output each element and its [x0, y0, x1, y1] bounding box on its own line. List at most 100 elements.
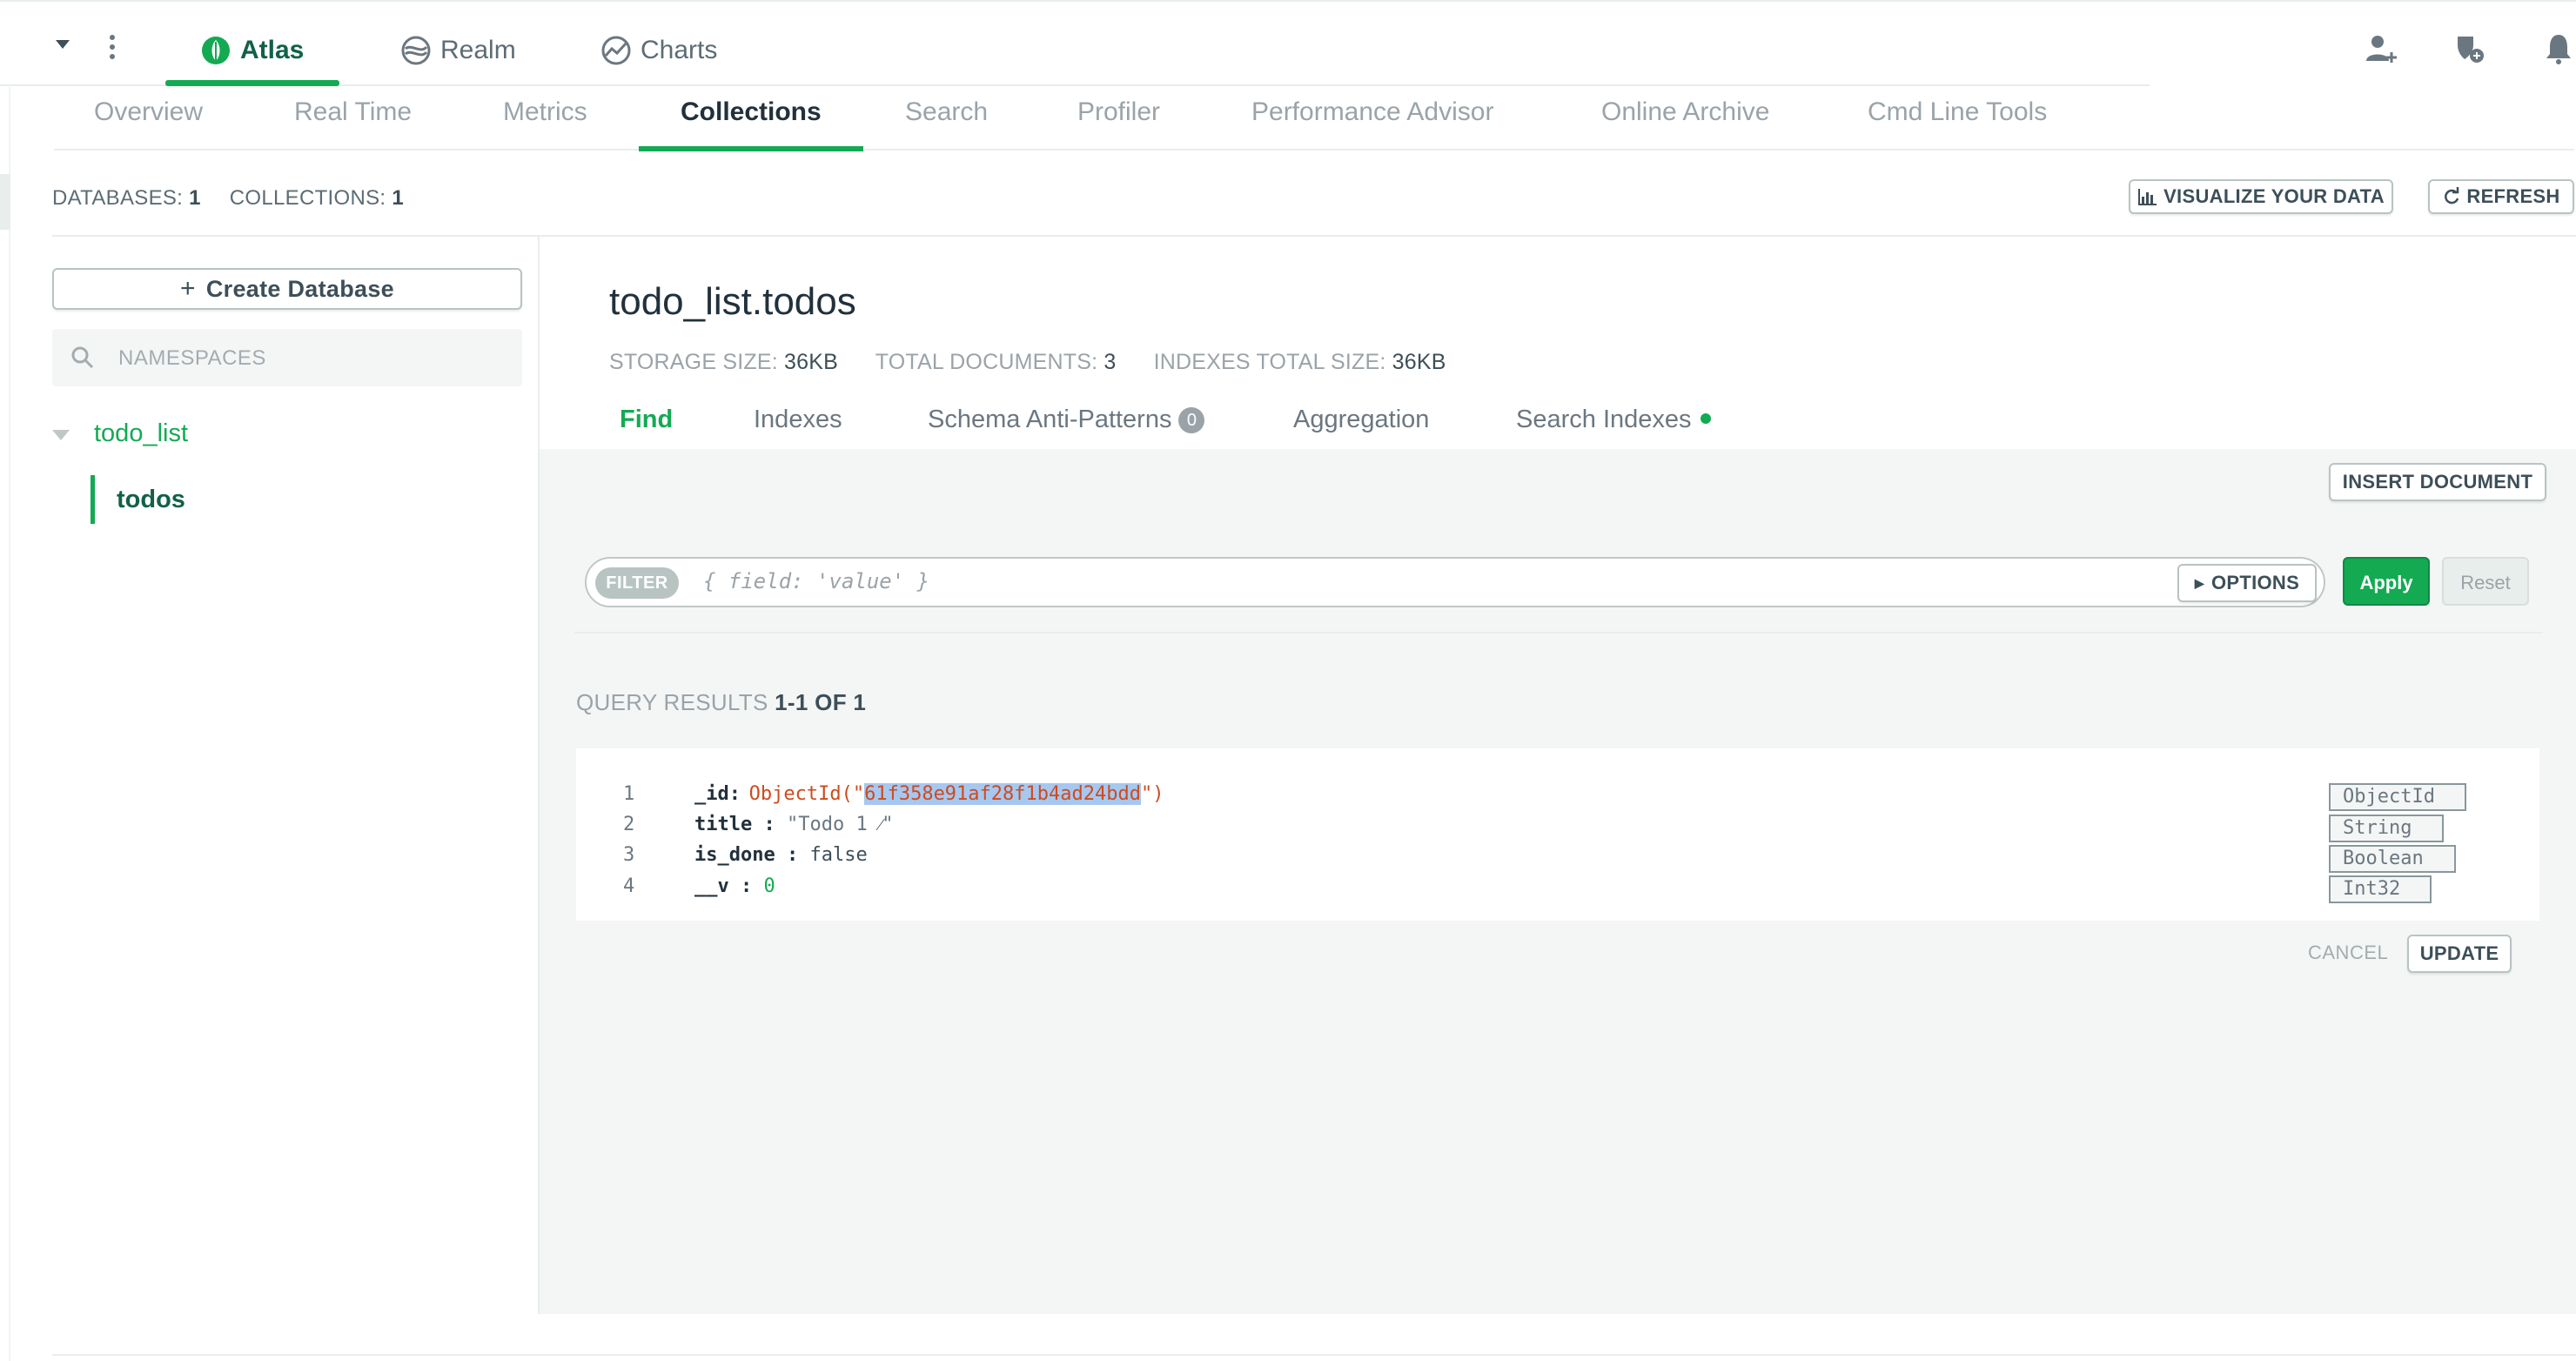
- top-bar: [0, 0, 2576, 89]
- subnav-active-indicator: [639, 146, 863, 151]
- sidebar-collection-todos[interactable]: todos: [117, 486, 185, 514]
- product-tab-charts[interactable]: Charts: [600, 24, 717, 77]
- total-documents-label: TOTAL DOCUMENTS:: [875, 350, 1098, 374]
- org-dropdown-chevron-icon[interactable]: [56, 40, 70, 49]
- field-key: title: [694, 814, 753, 835]
- document-line-id[interactable]: _id: ObjectId("61f358e91af28f1b4ad24bdd"…: [694, 783, 1164, 805]
- indexes-size-label: INDEXES TOTAL SIZE:: [1153, 350, 1386, 374]
- bar-chart-icon: [2138, 189, 2157, 205]
- line-number: 1: [623, 783, 635, 805]
- storage-size-label: STORAGE SIZE:: [609, 350, 778, 374]
- line-number: 2: [623, 814, 635, 835]
- filter-placeholder: { field: 'value' }: [703, 569, 930, 593]
- number-value: 0: [763, 875, 775, 897]
- type-select-boolean[interactable]: Boolean: [2329, 845, 2456, 873]
- subnav-profiler[interactable]: Profiler: [1077, 97, 1160, 143]
- subnav-cmd-line-tools[interactable]: Cmd Line Tools: [1868, 97, 2047, 143]
- collection-title: todo_list.todos: [609, 280, 856, 323]
- product-tab-realm[interactable]: Realm: [400, 24, 516, 77]
- update-button[interactable]: UPDATE: [2407, 935, 2512, 973]
- line-number: 3: [623, 844, 635, 866]
- field-key: is_done: [694, 844, 775, 866]
- collection-stats: STORAGE SIZE: 36KB TOTAL DOCUMENTS: 3 IN…: [609, 350, 1478, 375]
- subnav-real-time[interactable]: Real Time: [294, 97, 412, 143]
- caret-right-icon: ▶: [2194, 575, 2204, 590]
- product-tab-label: Atlas: [240, 36, 305, 64]
- refresh-icon: [2445, 187, 2459, 204]
- status-dot-icon: [1700, 413, 1711, 424]
- indexes-size-value: 36KB: [1392, 350, 1446, 374]
- plus-icon: +: [180, 274, 196, 303]
- sidebar-database-todo-list[interactable]: todo_list: [94, 419, 188, 448]
- apply-button[interactable]: Apply: [2343, 557, 2430, 606]
- subnav-online-archive[interactable]: Online Archive: [1601, 97, 1769, 143]
- reset-button[interactable]: Reset: [2442, 557, 2529, 606]
- collections-label: COLLECTIONS:: [229, 186, 386, 210]
- document-line-is-done[interactable]: is_done : false: [694, 844, 868, 866]
- databases-count: 1: [189, 186, 201, 210]
- product-tab-label: Charts: [641, 36, 718, 64]
- query-results-summary: QUERY RESULTS 1-1 OF 1: [576, 689, 866, 716]
- string-value: "Todo 1: [786, 814, 879, 835]
- storage-size-value: 36KB: [784, 350, 838, 374]
- type-select-string[interactable]: String: [2329, 815, 2444, 842]
- subnav-metrics[interactable]: Metrics: [503, 97, 587, 143]
- database-counts: DATABASES: 1 COLLECTIONS: 1: [52, 186, 426, 211]
- tab-schema-anti-patterns[interactable]: Schema Anti-Patterns 0: [928, 406, 1205, 434]
- realm-icon: [401, 36, 431, 65]
- namespaces-placeholder: NAMESPACES: [118, 346, 266, 370]
- objectid-value: 61f358e91af28f1b4ad24bdd: [864, 783, 1141, 805]
- refresh-label: REFRESH: [2466, 185, 2560, 207]
- tab-search-indexes-label: Search Indexes: [1516, 406, 1692, 433]
- string-close-quote: ": [882, 814, 894, 835]
- type-select-objectid[interactable]: ObjectId: [2329, 783, 2466, 811]
- type-select-int32[interactable]: Int32: [2329, 875, 2432, 903]
- filter-divider: [574, 632, 2543, 634]
- filter-pill: FILTER: [595, 567, 679, 599]
- notifications-bell-icon[interactable]: [2541, 31, 2576, 66]
- tab-search-indexes[interactable]: Search Indexes: [1516, 406, 1711, 434]
- tab-indexes[interactable]: Indexes: [754, 406, 842, 434]
- refresh-button[interactable]: REFRESH: [2428, 179, 2574, 214]
- counts-divider: [52, 235, 2576, 237]
- namespaces-search-input[interactable]: NAMESPACES: [52, 329, 522, 386]
- field-key: __v: [694, 875, 729, 897]
- charts-icon: [601, 36, 631, 65]
- access-manager-icon[interactable]: [2452, 31, 2487, 66]
- left-border: [9, 87, 10, 1361]
- atlas-leaf-icon: [202, 37, 230, 64]
- options-label: OPTIONS: [2210, 572, 2300, 593]
- tab-schema-label: Schema Anti-Patterns: [928, 406, 1172, 433]
- product-tab-atlas[interactable]: Atlas: [200, 24, 304, 77]
- document-line-title[interactable]: title : "Todo 1 ⁄": [694, 814, 894, 835]
- field-key: _id: [694, 783, 729, 805]
- more-options-icon[interactable]: [108, 35, 117, 61]
- footer-divider: [52, 1354, 2576, 1356]
- document-line-version[interactable]: __v : 0: [694, 875, 775, 897]
- subnav-divider: [54, 149, 2574, 151]
- subnav-search[interactable]: Search: [905, 97, 988, 143]
- active-collection-indicator: [91, 475, 95, 524]
- insert-document-button[interactable]: INSERT DOCUMENT: [2329, 463, 2546, 501]
- tab-find[interactable]: Find: [620, 406, 673, 434]
- left-nav-handle[interactable]: [0, 174, 10, 230]
- visualize-data-button[interactable]: VISUALIZE YOUR DATA: [2129, 179, 2393, 214]
- search-icon: [71, 346, 94, 369]
- create-database-button[interactable]: + Create Database: [52, 268, 522, 310]
- subnav-performance-advisor[interactable]: Performance Advisor: [1251, 97, 1493, 143]
- subnav-overview[interactable]: Overview: [94, 97, 203, 143]
- invite-user-icon[interactable]: [2364, 31, 2398, 66]
- objectid-suffix: "): [1140, 783, 1164, 805]
- query-results-range: 1-1 OF 1: [775, 689, 867, 715]
- tab-aggregation[interactable]: Aggregation: [1293, 406, 1429, 434]
- visualize-data-label: VISUALIZE YOUR DATA: [2163, 185, 2385, 207]
- total-documents-value: 3: [1104, 350, 1117, 374]
- query-results-label: QUERY RESULTS: [576, 689, 768, 715]
- product-tab-label: Realm: [440, 36, 516, 64]
- database-collapse-caret-icon[interactable]: [52, 430, 70, 440]
- cancel-button[interactable]: CANCEL: [2308, 942, 2388, 964]
- subnav-collections[interactable]: Collections: [681, 97, 822, 143]
- boolean-value: false: [809, 844, 868, 866]
- databases-label: DATABASES:: [52, 186, 184, 210]
- options-button[interactable]: ▶ OPTIONS: [2177, 564, 2317, 602]
